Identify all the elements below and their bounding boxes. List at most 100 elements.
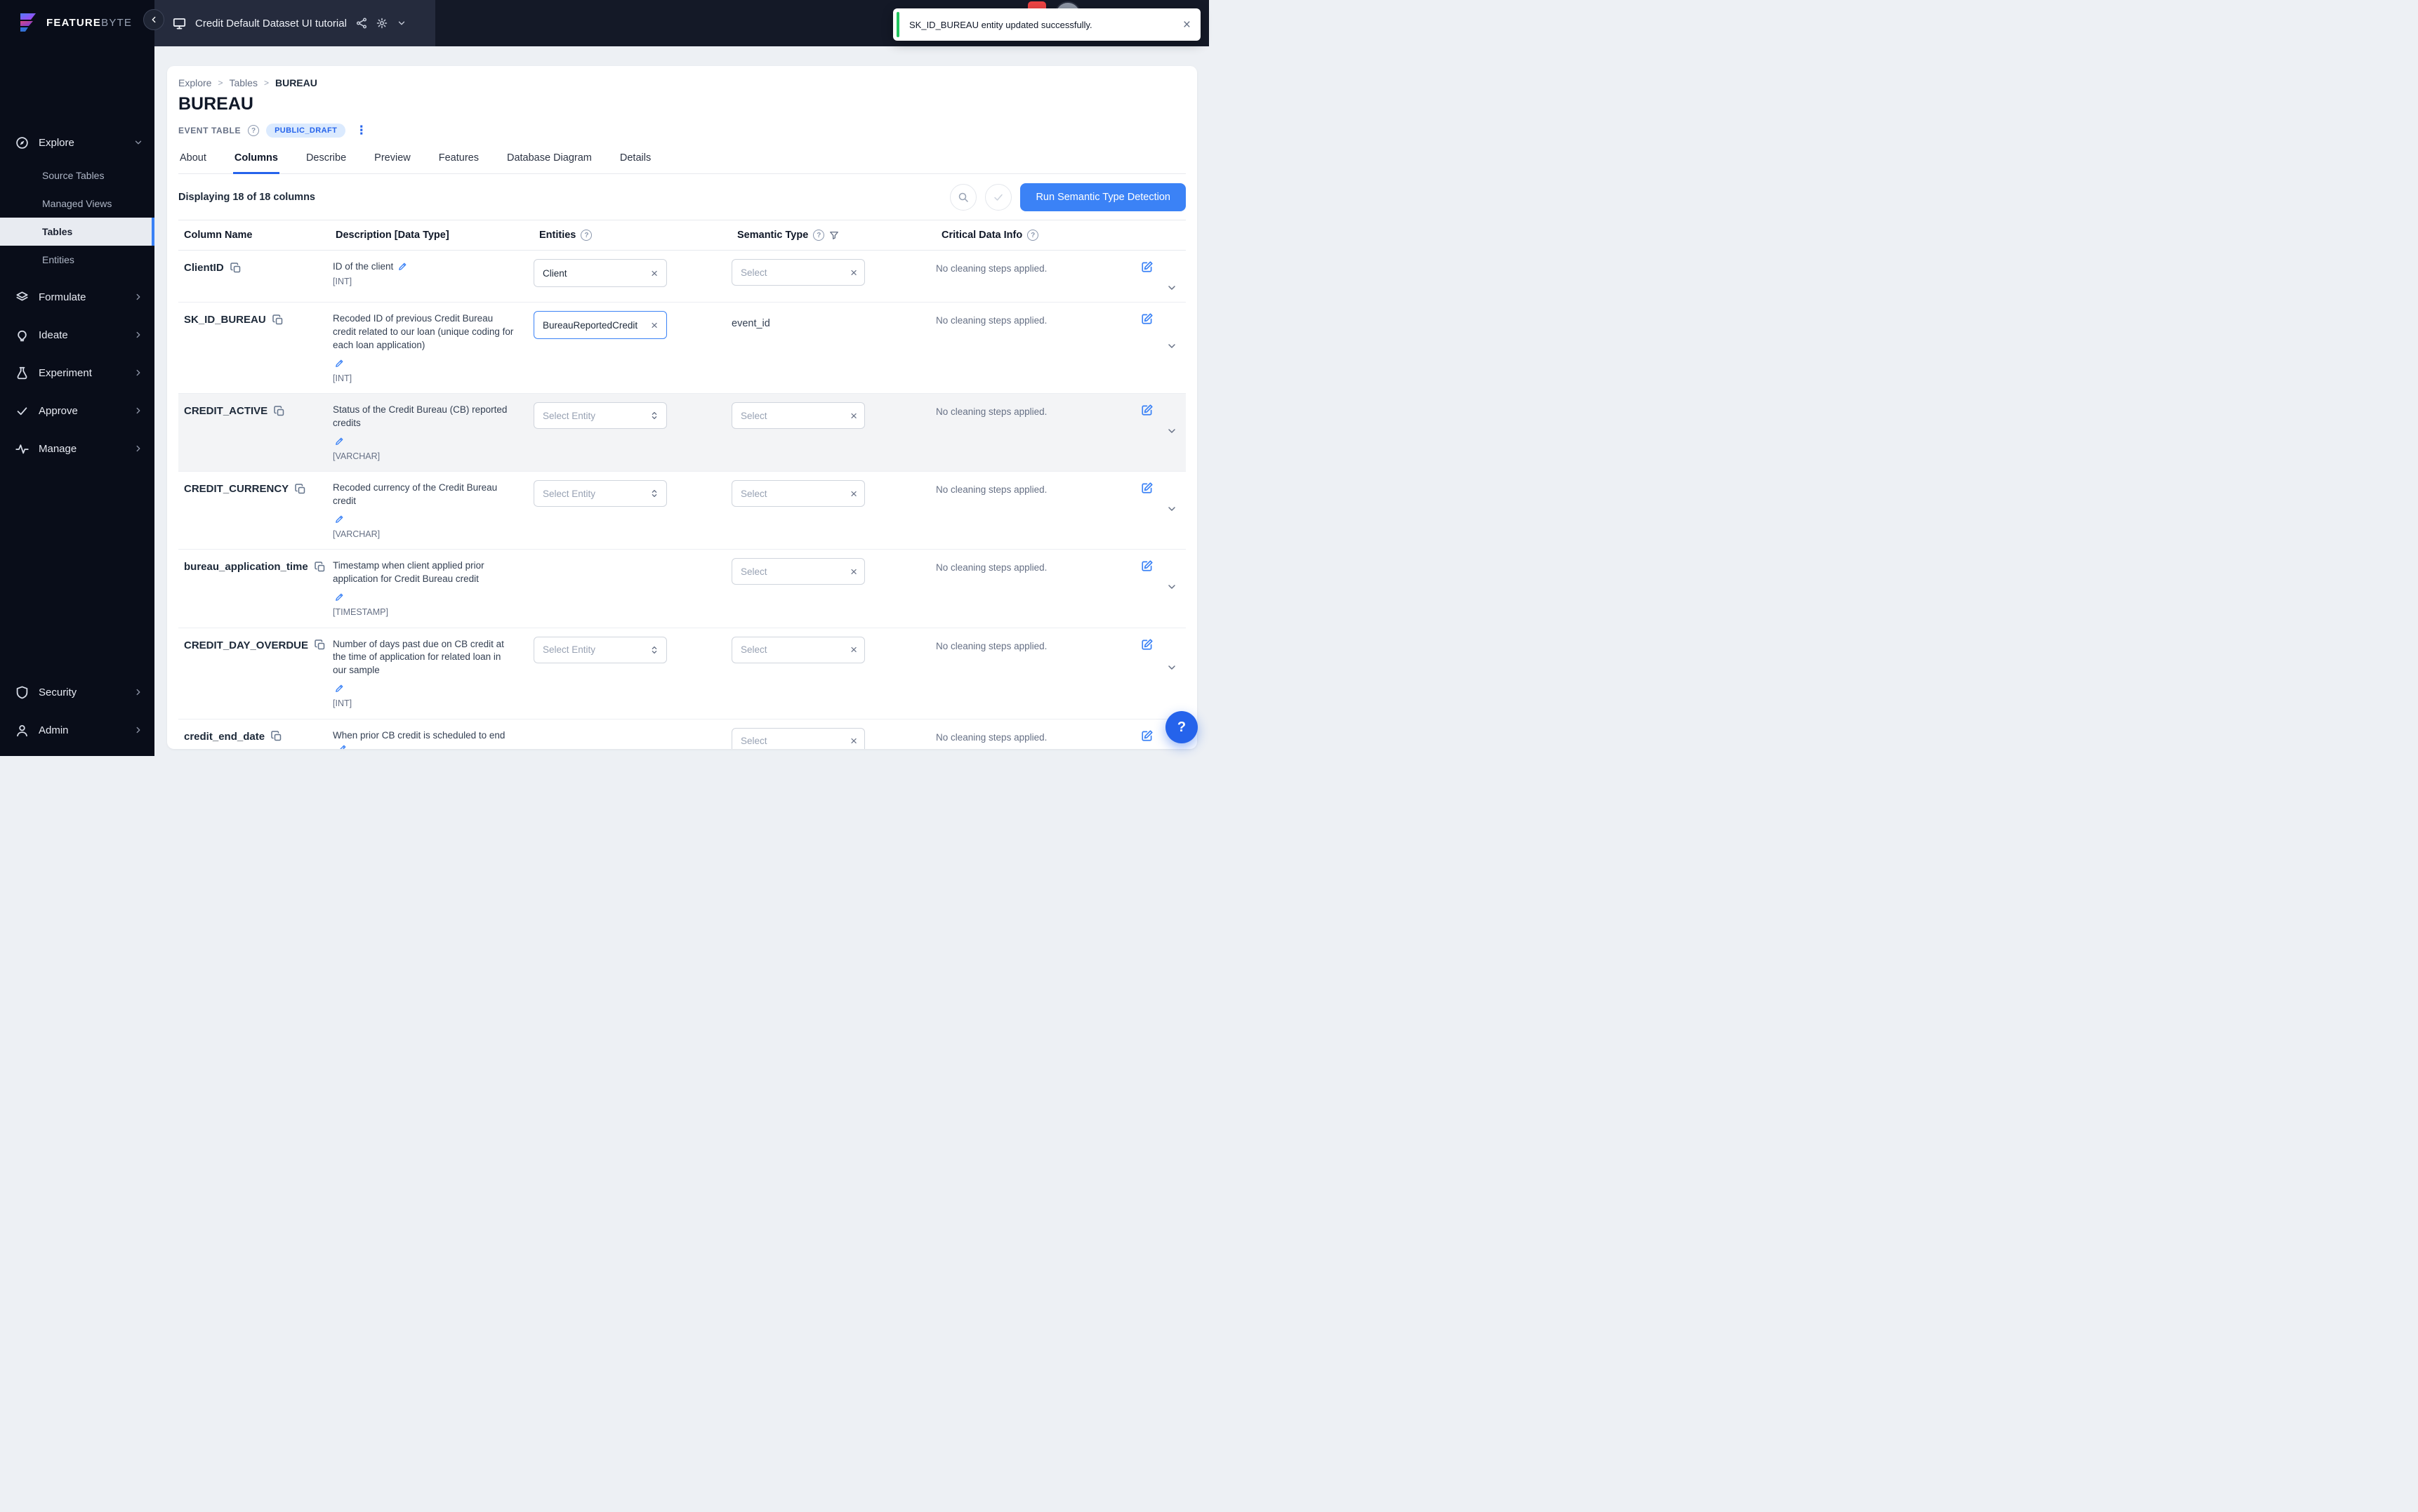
chevron-right-icon	[133, 725, 143, 735]
clear-select-icon[interactable]: ×	[850, 488, 857, 500]
edit-description-icon[interactable]	[337, 744, 347, 749]
critical-data-info: No cleaning steps applied.	[936, 263, 1048, 274]
tab-describe[interactable]: Describe	[305, 146, 348, 174]
copy-icon[interactable]	[295, 484, 306, 495]
toast: SK_ID_BUREAU entity updated successfully…	[893, 8, 1201, 41]
copy-icon[interactable]	[315, 562, 326, 573]
breadcrumb: Explore > Tables > BUREAU	[178, 77, 1186, 88]
edit-description-icon[interactable]	[334, 515, 344, 524]
breadcrumb-tables[interactable]: Tables	[229, 77, 257, 88]
edit-row-icon[interactable]	[1141, 638, 1154, 651]
column-description: Recoded currency of the Credit Bureau cr…	[333, 482, 498, 507]
table-meta: EVENT TABLE ? PUBLIC_DRAFT ⋮	[178, 124, 1186, 138]
chevron-down-icon[interactable]	[1166, 503, 1177, 515]
remove-entity-icon[interactable]: ×	[651, 319, 658, 331]
filter-icon[interactable]	[829, 230, 839, 240]
chevron-down-icon[interactable]	[1166, 425, 1177, 437]
tab-features[interactable]: Features	[437, 146, 480, 174]
sidebar-item-experiment[interactable]: Experiment	[0, 354, 154, 392]
semantic-type-select[interactable]: Select ×	[732, 558, 865, 585]
workspace-tab: Credit Default Dataset UI tutorial	[154, 0, 435, 46]
close-icon[interactable]: ×	[1183, 18, 1191, 32]
help-circle-icon[interactable]: ?	[1027, 230, 1039, 241]
sidebar-item-admin[interactable]: Admin	[0, 711, 154, 749]
confirm-button[interactable]	[985, 184, 1012, 211]
edit-description-icon[interactable]	[334, 592, 344, 602]
tab-preview[interactable]: Preview	[373, 146, 412, 174]
edit-row-icon[interactable]	[1141, 404, 1154, 416]
clear-select-icon[interactable]: ×	[850, 566, 857, 578]
copy-icon[interactable]	[230, 263, 242, 274]
semantic-type-select[interactable]: Select ×	[732, 480, 865, 508]
share-icon[interactable]	[356, 18, 367, 29]
gear-icon[interactable]	[376, 18, 388, 29]
breadcrumb-explore[interactable]: Explore	[178, 77, 211, 88]
sidebar: FEATUREBYTE Explore Source Tables Manage…	[0, 0, 154, 756]
edit-row-icon[interactable]	[1141, 559, 1154, 572]
sidebar-collapse-button[interactable]	[143, 9, 164, 30]
clear-select-icon[interactable]: ×	[850, 735, 857, 747]
entity-select[interactable]: Select Entity	[534, 480, 667, 508]
edit-row-icon[interactable]	[1141, 482, 1154, 494]
sidebar-item-source-tables[interactable]: Source Tables	[0, 161, 154, 190]
edit-row-icon[interactable]	[1141, 260, 1154, 273]
column-name: credit_end_date	[184, 730, 265, 743]
detail-tabs: About Columns Describe Preview Features …	[178, 146, 1186, 174]
semantic-type-select[interactable]: Select ×	[732, 727, 865, 749]
kebab-menu-icon[interactable]: ⋮	[352, 124, 370, 138]
tab-database-diagram[interactable]: Database Diagram	[506, 146, 593, 174]
chevron-down-icon[interactable]	[1166, 581, 1177, 592]
edit-description-icon[interactable]	[334, 359, 344, 369]
edit-row-icon[interactable]	[1141, 312, 1154, 325]
sidebar-item-entities[interactable]: Entities	[0, 246, 154, 274]
column-description: ID of the client	[333, 261, 394, 272]
copy-icon[interactable]	[315, 639, 326, 651]
clear-select-icon[interactable]: ×	[850, 410, 857, 422]
chevron-down-icon[interactable]	[397, 18, 407, 28]
search-button[interactable]	[950, 184, 977, 211]
column-description: Recoded ID of previous Credit Bureau cre…	[333, 313, 514, 350]
edit-description-icon[interactable]	[334, 437, 344, 446]
semantic-type-select[interactable]: Select ×	[732, 259, 865, 286]
sidebar-item-ideate[interactable]: Ideate	[0, 316, 154, 354]
help-circle-icon[interactable]: ?	[581, 230, 593, 241]
copy-icon[interactable]	[274, 406, 285, 417]
chevron-down-icon[interactable]	[1166, 282, 1177, 293]
sidebar-item-formulate[interactable]: Formulate	[0, 278, 154, 316]
semantic-type-select[interactable]: Select ×	[732, 636, 865, 663]
edit-description-icon[interactable]	[334, 684, 344, 694]
tab-columns[interactable]: Columns	[232, 146, 279, 174]
semantic-type-select[interactable]: Select ×	[732, 402, 865, 430]
chevron-down-icon[interactable]	[1166, 340, 1177, 352]
sidebar-item-security[interactable]: Security	[0, 673, 154, 711]
tab-details[interactable]: Details	[619, 146, 652, 174]
edit-row-icon[interactable]	[1141, 729, 1154, 742]
clear-select-icon[interactable]: ×	[850, 644, 857, 656]
sidebar-item-managed-views[interactable]: Managed Views	[0, 190, 154, 218]
breadcrumb-separator: >	[263, 78, 269, 88]
help-button[interactable]: ?	[1165, 711, 1198, 743]
edit-description-icon[interactable]	[397, 262, 407, 272]
sidebar-item-tables[interactable]: Tables	[0, 218, 154, 246]
sidebar-item-approve[interactable]: Approve	[0, 392, 154, 430]
columns-summary: Displaying 18 of 18 columns	[178, 192, 315, 203]
chevron-down-icon[interactable]	[1166, 662, 1177, 673]
tab-about[interactable]: About	[178, 146, 208, 174]
explore-subnav: Source Tables Managed Views Tables Entit…	[0, 161, 154, 274]
entity-chip[interactable]: BureauReportedCredit ×	[534, 311, 667, 339]
sidebar-item-manage[interactable]: Manage	[0, 430, 154, 467]
run-semantic-type-detection-button[interactable]: Run Semantic Type Detection	[1020, 183, 1186, 211]
entity-select[interactable]: Select Entity	[534, 402, 667, 430]
column-name: SK_ID_BUREAU	[184, 314, 266, 326]
entity-chip[interactable]: Client ×	[534, 259, 667, 287]
entity-select[interactable]: Select Entity	[534, 636, 667, 663]
copy-icon[interactable]	[272, 314, 284, 326]
remove-entity-icon[interactable]: ×	[651, 267, 658, 279]
copy-icon[interactable]	[271, 731, 282, 742]
clear-select-icon[interactable]: ×	[850, 267, 857, 279]
data-type: [VARCHAR]	[333, 451, 381, 461]
sidebar-item-explore[interactable]: Explore	[0, 124, 154, 161]
check-icon	[15, 404, 29, 418]
help-circle-icon[interactable]: ?	[248, 125, 260, 136]
help-circle-icon[interactable]: ?	[813, 230, 825, 241]
